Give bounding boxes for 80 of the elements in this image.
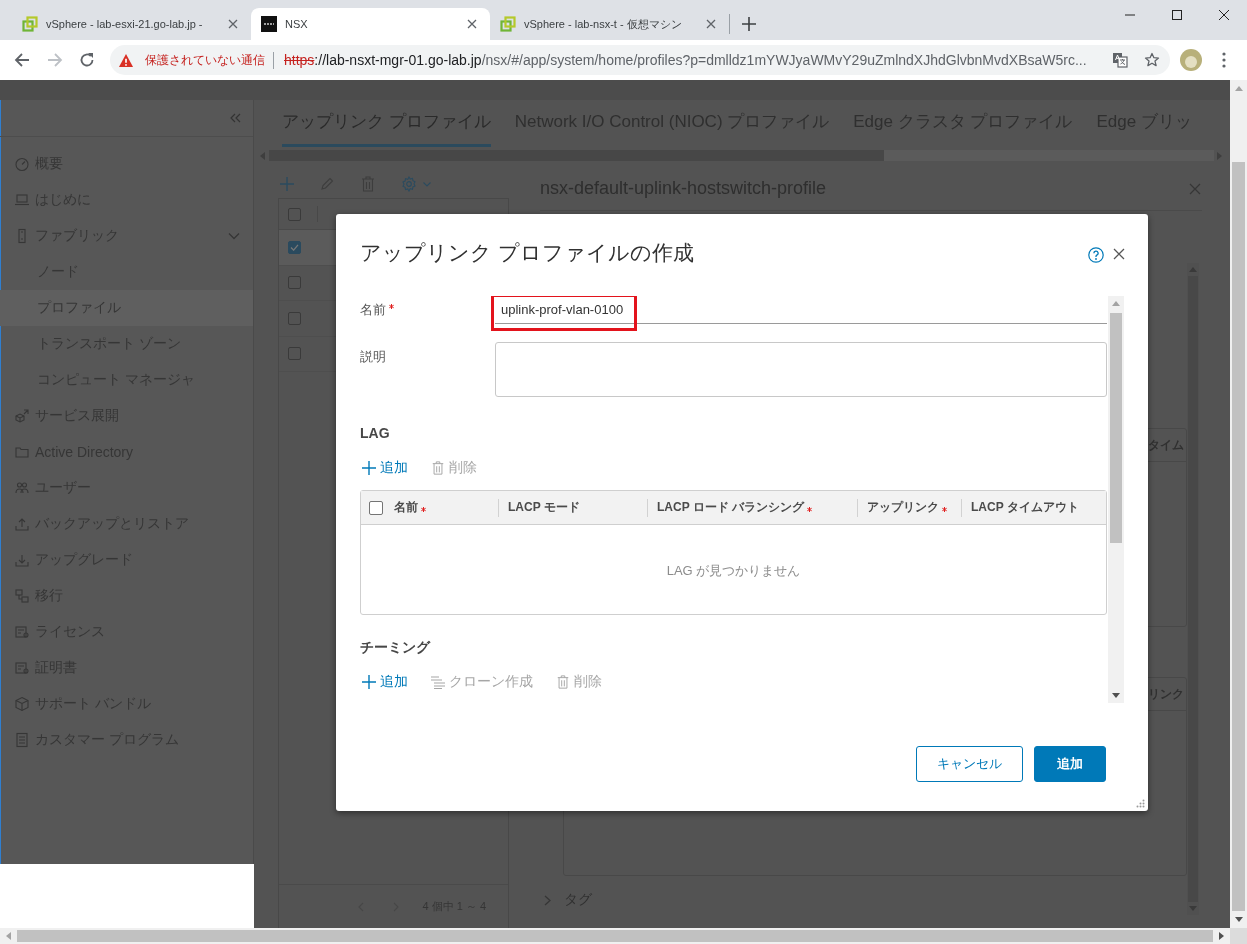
certificate-icon: [14, 660, 30, 676]
column-header: LACP ロード バランシング: [657, 499, 805, 516]
scroll-down-icon[interactable]: [1112, 693, 1120, 698]
scrollbar-thumb[interactable]: [1110, 313, 1122, 543]
resize-grip-icon[interactable]: [1136, 799, 1145, 808]
caret-icon[interactable]: [423, 182, 431, 187]
squares-logo-icon: [500, 16, 516, 32]
section-heading: LAG: [360, 424, 391, 442]
scrollbar-thumb[interactable]: [1232, 162, 1245, 911]
add-button[interactable]: 追加: [362, 673, 408, 691]
text-field[interactable]: uplink-prof-vlan-0100: [495, 296, 1107, 324]
new-tab-icon[interactable]: [742, 17, 756, 31]
close-icon[interactable]: [1113, 248, 1125, 260]
browser-tab[interactable]: NSX: [251, 8, 490, 40]
checkbox[interactable]: [288, 240, 301, 254]
stacked-lines-icon: [431, 675, 445, 689]
menu-icon[interactable]: [1222, 52, 1226, 68]
document-icon: [14, 732, 30, 748]
close-icon[interactable]: [1219, 10, 1229, 20]
certificate-icon: [14, 624, 30, 640]
submit-button[interactable]: 追加: [1034, 746, 1106, 782]
transfer-icon: [14, 588, 30, 604]
checkbox[interactable]: [288, 311, 301, 325]
translate-icon[interactable]: [1112, 52, 1128, 68]
column-header: LACP タイムアウト: [971, 499, 1079, 516]
double-chevron-icon[interactable]: [229, 113, 241, 123]
field-label: 名前: [360, 301, 386, 319]
trash-icon: [431, 461, 445, 475]
avatar-icon[interactable]: [1180, 49, 1202, 71]
cancel-button[interactable]: キャンセル: [916, 746, 1023, 782]
plus-icon: [362, 461, 376, 475]
column-header: 名前: [394, 499, 418, 516]
browser-tab[interactable]: vSphere - lab-nsx-t - 仮想マシン: [490, 8, 729, 40]
scroll-up-icon[interactable]: [1234, 86, 1243, 91]
checkbox[interactable]: [288, 347, 301, 361]
upload-icon: [14, 516, 30, 532]
back-icon[interactable]: [14, 52, 30, 68]
folder-icon: [14, 444, 30, 460]
url-text: https://lab-nsxt-mgr-01.go-lab.jp/nsx/#/app/system/home/profiles?p=dmlldz1mYWJyaWMvY29uZmlndXJhdGlvbnMvdXBsaW5rc...: [284, 52, 1087, 68]
chevron-icon[interactable]: [228, 232, 240, 240]
column-header: LACP モード: [508, 499, 580, 516]
plus-icon: [362, 675, 376, 689]
cube-icon: [14, 696, 30, 712]
laptop-icon: [14, 192, 30, 208]
gauge-icon: [14, 156, 30, 172]
squares-logo-icon: [22, 16, 38, 32]
maximize-icon[interactable]: [1172, 10, 1182, 20]
scrollbar-thumb[interactable]: [17, 930, 1213, 942]
add-button[interactable]: 追加: [362, 459, 408, 477]
help-icon[interactable]: [1088, 247, 1104, 263]
scroll-right-icon[interactable]: [1219, 932, 1224, 940]
checkbox[interactable]: [288, 276, 301, 290]
download-icon: [14, 552, 30, 568]
empty-message: LAG が見つかりません: [666, 562, 801, 580]
textarea-field[interactable]: [495, 342, 1107, 397]
tile-logo-icon: [261, 16, 277, 32]
column-header: アップリンク: [867, 499, 939, 516]
cube-arrow-icon: [14, 408, 30, 424]
section-heading: チーミング: [360, 638, 432, 656]
dialog-title: アップリンク プロファイルの作成: [360, 240, 695, 266]
address-bar[interactable]: 保護されていない通信 https://lab-nsxt-mgr-01.go-lab.jp/nsx/#/app/system/home/profiles?p=dmlldz1mYWJyaWMvY29uZmlndXJhdGlvbnMvdXBsaW5rc...: [110, 45, 1170, 75]
browser-tab[interactable]: vSphere - lab-esxi-21.go-lab.jp -: [12, 8, 251, 40]
scroll-up-icon[interactable]: [1112, 301, 1120, 306]
users-icon: [14, 480, 30, 496]
gear-icon[interactable]: [401, 176, 417, 192]
scroll-left-icon[interactable]: [6, 932, 11, 940]
checkbox[interactable]: [369, 500, 383, 515]
star-icon[interactable]: [1144, 52, 1160, 68]
warning-icon: [118, 52, 134, 68]
chevron-icon[interactable]: [544, 894, 551, 906]
forward-icon[interactable]: [47, 52, 63, 68]
scrollbar-corner: [1230, 928, 1247, 944]
plus-icon[interactable]: [280, 176, 294, 192]
close-icon[interactable]: [467, 19, 477, 29]
checkbox[interactable]: [288, 207, 301, 221]
field-label: 説明: [360, 348, 386, 366]
security-label: 保護されていない通信: [145, 51, 265, 69]
scroll-down-icon[interactable]: [1234, 917, 1243, 922]
trash-icon: [556, 675, 570, 689]
reload-icon[interactable]: [79, 52, 95, 68]
